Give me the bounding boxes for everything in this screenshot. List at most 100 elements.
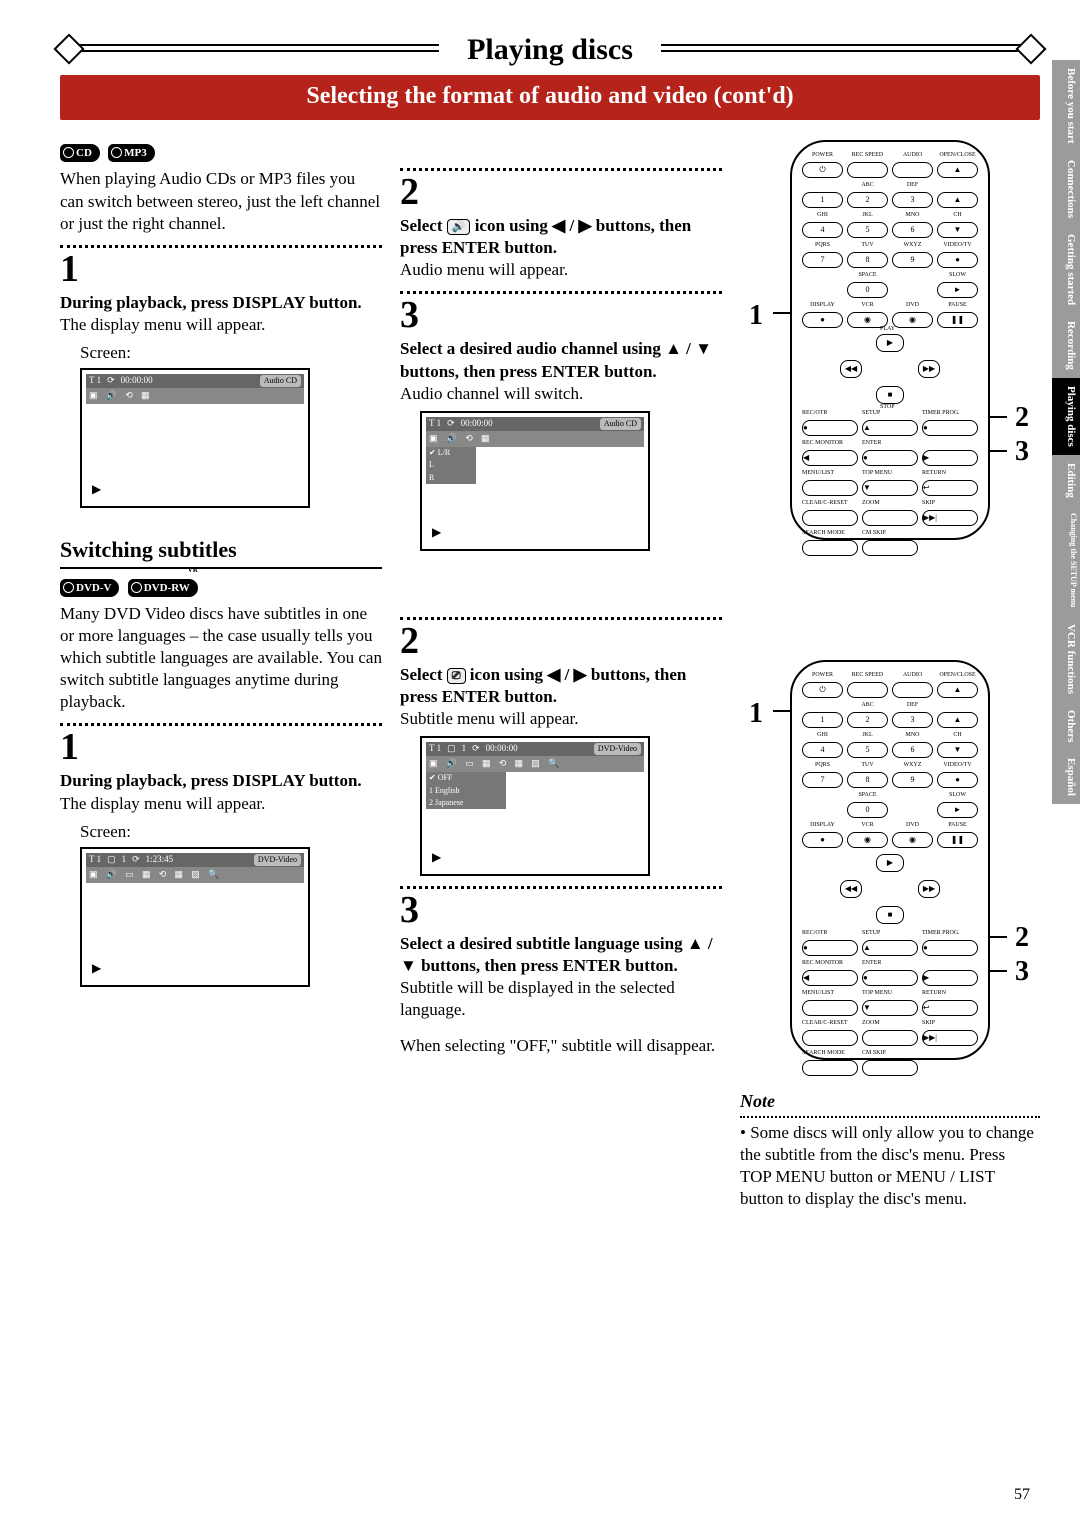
disc-type: DVD-Video: [594, 743, 641, 755]
tab-others: Others: [1052, 702, 1080, 750]
step-number: 3: [400, 891, 722, 929]
rec-button[interactable]: ●: [802, 420, 858, 436]
nav-pad: ▶ ■ ◀◀ ▶▶: [840, 854, 940, 924]
ff-button[interactable]: ▶▶: [918, 360, 940, 378]
intro-text-audio: When playing Audio CDs or MP3 files you …: [60, 168, 382, 234]
callout-2: 2: [1015, 400, 1029, 436]
display-button[interactable]: ●: [802, 312, 843, 328]
osd-screen-4: T 1▢1⟳00:00:00DVD-Video ▣ 🔊 ▭ ▦ ⟲ ▦ ▨ 🔍 …: [420, 736, 650, 876]
step1b-bold: During playback, press DISPLAY button.: [60, 770, 382, 792]
callout-1: 1: [749, 298, 763, 334]
column-3: POWERREC SPEEDAUDIOOPEN/CLOSE ⏻▲ ABCDEF …: [740, 140, 1040, 1210]
lbl: OPEN/CLOSE: [937, 152, 978, 158]
arrow-left-right-icon: ◀ / ▶: [552, 216, 591, 235]
topmenu-button[interactable]: ▼: [862, 480, 918, 496]
icon-row: ▣ 🔊 ▭ ▦ ⟲ ▦ ▨ 🔍: [426, 756, 644, 772]
power-button[interactable]: ⏻: [802, 682, 843, 698]
dotted-rule: [400, 617, 722, 620]
dotted-rule: [400, 291, 722, 294]
dotted-rule: [400, 886, 722, 889]
arrow-left-right-icon: ◀ / ▶: [547, 665, 586, 684]
opt-l: L: [426, 459, 476, 471]
c: 1: [122, 854, 127, 866]
step2-bold: Select 🔊 icon using ◀ / ▶ buttons, then …: [400, 215, 722, 259]
subtitle-menu: ✔ OFF 1 English 2 Japanese: [426, 772, 506, 809]
right-button[interactable]: ▶: [922, 450, 978, 466]
time: 00:00:00: [486, 743, 518, 755]
num-9[interactable]: 9: [892, 252, 933, 268]
step3-text: Audio channel will switch.: [400, 383, 722, 405]
osd-screen-1: T 1⟳00:00:00Audio CD ▣ 🔊 ⟲ ▦ ▶: [80, 368, 310, 508]
nav-pad: ▶ ■ ◀◀ ▶▶ PLAY STOP: [840, 334, 940, 404]
num-7[interactable]: 7: [802, 252, 843, 268]
step-number: 3: [400, 296, 722, 334]
vr-label: VR: [188, 566, 198, 575]
play-button[interactable]: ▶: [876, 334, 904, 352]
num-3[interactable]: 3: [892, 192, 933, 208]
step-number: 2: [400, 173, 722, 211]
main-content: CD MP3 When playing Audio CDs or MP3 fil…: [60, 140, 1040, 1210]
lbl: AUDIO: [892, 152, 933, 158]
step2-text: Audio menu will appear.: [400, 259, 722, 281]
slow[interactable]: ►: [937, 282, 978, 298]
audio-button[interactable]: [892, 162, 933, 178]
video-tv[interactable]: ●: [937, 252, 978, 268]
subtitle-icon: ⎚: [447, 668, 466, 684]
num-0[interactable]: 0: [847, 282, 888, 298]
open-button[interactable]: ▲: [937, 162, 978, 178]
side-tab-strip: Before you start Connections Getting sta…: [1052, 60, 1080, 1516]
step1-bold: During playback, press DISPLAY button.: [60, 292, 382, 314]
badge-mp3: MP3: [108, 144, 155, 162]
enter-button[interactable]: ●: [862, 970, 918, 986]
lbl: POWER: [802, 152, 843, 158]
ch-up[interactable]: ▲: [937, 192, 978, 208]
tab-recording: Recording: [1052, 313, 1080, 378]
play-icon: ▶: [92, 482, 101, 498]
tab-connections: Connections: [1052, 152, 1080, 226]
step3b-text2: When selecting "OFF," subtitle will disa…: [400, 1035, 722, 1057]
tab-espanol: Español: [1052, 750, 1080, 804]
clear-button[interactable]: [802, 510, 858, 526]
step1-text: The display menu will appear.: [60, 314, 382, 336]
setup-button[interactable]: ▲: [862, 420, 918, 436]
t: T 1: [89, 854, 101, 866]
num-4[interactable]: 4: [802, 222, 843, 238]
callout-2b: 2: [1015, 920, 1029, 956]
tab-before: Before you start: [1052, 60, 1080, 152]
rew-button[interactable]: ◀◀: [840, 360, 862, 378]
step3-bold: Select a desired audio channel using ▲ /…: [400, 338, 722, 382]
num-5[interactable]: 5: [847, 222, 888, 238]
opt-r: R: [426, 472, 476, 484]
num-6[interactable]: 6: [892, 222, 933, 238]
recmon-button[interactable]: ◀: [802, 450, 858, 466]
num-1[interactable]: 1: [802, 192, 843, 208]
tab-editing: Editing: [1052, 455, 1080, 506]
column-1: CD MP3 When playing Audio CDs or MP3 fil…: [60, 140, 382, 1210]
pause-button[interactable]: ❚❚: [937, 312, 978, 328]
timer-button[interactable]: ●: [922, 420, 978, 436]
return-button[interactable]: ↩: [922, 480, 978, 496]
power-button[interactable]: ⏻: [802, 162, 843, 178]
cmskip-button[interactable]: [862, 540, 918, 556]
time: 00:00:00: [121, 375, 153, 387]
t: T 1: [429, 743, 441, 755]
recspeed-button[interactable]: [847, 162, 888, 178]
search-button[interactable]: [802, 540, 858, 556]
tab-vcr: VCR functions: [1052, 616, 1080, 702]
remote-wrap-1: POWERREC SPEEDAUDIOOPEN/CLOSE ⏻▲ ABCDEF …: [785, 140, 995, 540]
dvd-button[interactable]: ◉: [892, 312, 933, 328]
stop-button[interactable]: ■: [876, 386, 904, 404]
display-button[interactable]: ●: [802, 832, 843, 848]
num-8[interactable]: 8: [847, 252, 888, 268]
skip-button[interactable]: ▶▶|: [922, 510, 978, 526]
note-heading: Note: [740, 1090, 1040, 1113]
menu-button[interactable]: [802, 480, 858, 496]
t: T 1: [429, 418, 441, 430]
callout-3: 3: [1015, 434, 1029, 470]
zoom-button[interactable]: [862, 510, 918, 526]
enter-button[interactable]: ●: [862, 450, 918, 466]
step2b-bold: Select ⎚ icon using ◀ / ▶ buttons, then …: [400, 664, 722, 708]
ch-dn[interactable]: ▼: [937, 222, 978, 238]
callout-line: [773, 312, 791, 314]
num-2[interactable]: 2: [847, 192, 888, 208]
